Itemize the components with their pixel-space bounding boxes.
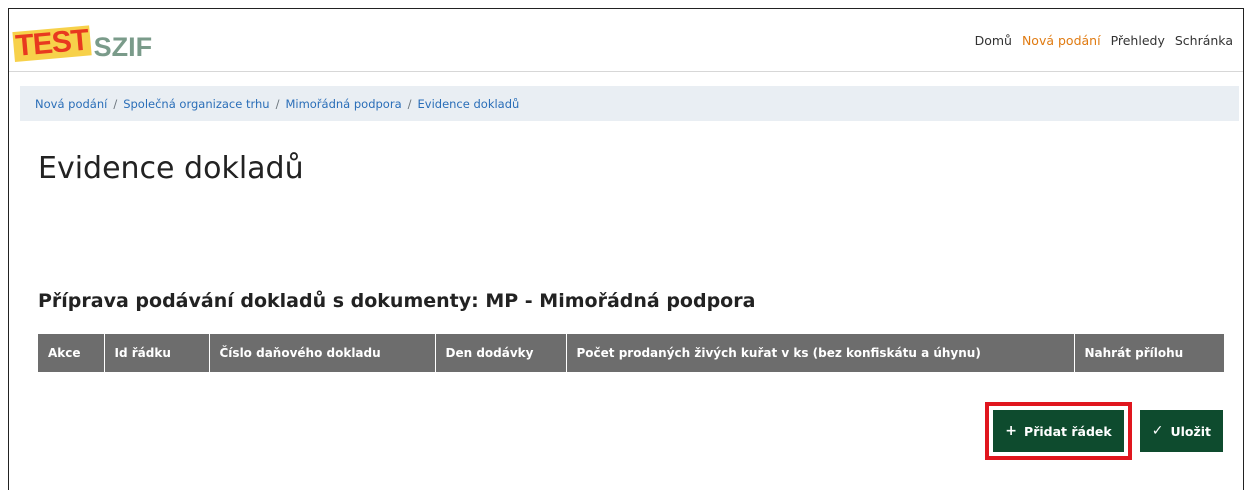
- documents-table: Akce Id řádku Číslo daňového dokladu Den…: [38, 334, 1224, 372]
- add-row-label: Přidat řádek: [1024, 423, 1112, 439]
- save-button[interactable]: ✓ Uložit: [1139, 410, 1223, 452]
- breadcrumb: Nová podání / Společná organizace trhu /…: [20, 86, 1239, 121]
- breadcrumb-separator: /: [275, 96, 280, 111]
- breadcrumb-item[interactable]: Nová podání: [35, 97, 107, 111]
- column-header-nahrat-prilohu[interactable]: Nahrát přílohu: [1074, 334, 1224, 372]
- app-window: TEST SZIF Domů Nová podání Přehledy Schr…: [8, 8, 1244, 490]
- page-title: Evidence dokladů: [38, 151, 304, 186]
- nav-item-domu[interactable]: Domů: [975, 33, 1012, 48]
- column-header-akce[interactable]: Akce: [38, 334, 105, 372]
- section-title: Příprava podávání dokladů s dokumenty: M…: [38, 290, 756, 312]
- table-header-row: Akce Id řádku Číslo daňového dokladu Den…: [38, 334, 1224, 372]
- breadcrumb-item[interactable]: Společná organizace trhu: [123, 97, 269, 111]
- szif-logo[interactable]: TEST SZIF: [12, 18, 153, 63]
- table-actions: + Přidat řádek ✓ Uložit: [985, 402, 1223, 460]
- breadcrumb-item[interactable]: Mimořádná podpora: [285, 97, 401, 111]
- check-icon: ✓: [1151, 423, 1164, 439]
- column-header-den-dodavky[interactable]: Den dodávky: [435, 334, 567, 372]
- column-header-cislo-dokladu[interactable]: Číslo daňového dokladu: [209, 334, 436, 372]
- top-navbar: TEST SZIF Domů Nová podání Přehledy Schr…: [9, 9, 1243, 72]
- plus-icon: +: [1005, 423, 1018, 439]
- main-nav: Domů Nová podání Přehledy Schránka: [975, 33, 1233, 48]
- logo-brand-text: SZIF: [93, 32, 153, 62]
- nav-item-nova-podani[interactable]: Nová podání: [1022, 33, 1101, 48]
- logo-test-badge: TEST: [12, 23, 92, 63]
- breadcrumb-separator: /: [113, 96, 118, 111]
- column-header-id-radku[interactable]: Id řádku: [104, 334, 210, 372]
- nav-item-prehledy[interactable]: Přehledy: [1111, 33, 1165, 48]
- breadcrumb-item-current[interactable]: Evidence dokladů: [418, 97, 520, 111]
- add-row-button[interactable]: + Přidat řádek: [993, 410, 1124, 452]
- highlight-box: + Přidat řádek: [985, 402, 1132, 460]
- nav-item-schranka[interactable]: Schránka: [1175, 33, 1233, 48]
- save-label: Uložit: [1170, 423, 1211, 439]
- column-header-pocet-kurat[interactable]: Počet prodaných živých kuřat v ks (bez k…: [566, 334, 1075, 372]
- breadcrumb-separator: /: [407, 96, 412, 111]
